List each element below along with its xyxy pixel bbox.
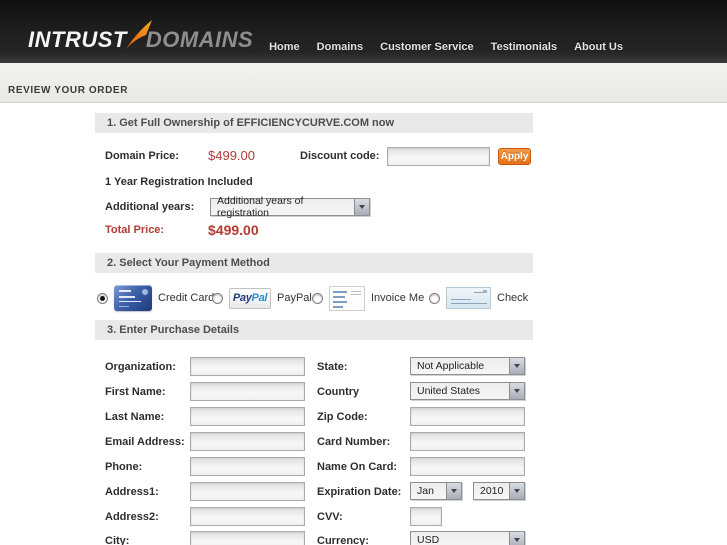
currency-label: Currency: [317,535,369,545]
city-label: City: [105,535,129,545]
section-ownership-header: 1. Get Full Ownership of EFFICIENCYCURVE… [95,113,533,133]
logo-text-intrust: INTRUST [28,27,127,53]
breadcrumb: REVIEW YOUR ORDER [8,85,128,96]
check-icon [446,287,491,309]
discount-code-label: Discount code: [300,150,379,162]
payment-option-paypal: PayPal PayPal [212,283,312,313]
zip-code-input[interactable] [410,407,525,426]
additional-years-select[interactable]: Additional years of registration [210,198,370,216]
chevron-down-icon [509,383,524,399]
last-name-input[interactable] [190,407,305,426]
section-details-header: 3. Enter Purchase Details [95,320,533,340]
organization-label: Organization: [105,361,176,373]
discount-code-input[interactable] [387,147,490,166]
address1-input[interactable] [190,482,305,501]
nav-item-testimonials[interactable]: Testimonials [491,41,557,53]
apply-button[interactable]: Apply [498,148,531,165]
paypal-radio[interactable] [212,293,223,304]
payment-option-credit-card: Credit Card [97,283,214,313]
currency-select-value: USD [417,534,439,545]
nav-item-domains[interactable]: Domains [317,41,363,53]
state-select[interactable]: Not Applicable [410,357,525,375]
nav-item-about-us[interactable]: About Us [574,41,623,53]
expiration-date-label: Expiration Date: [317,486,401,498]
credit-card-icon [114,285,152,311]
logo-arrow-icon [125,19,153,51]
phone-label: Phone: [105,461,142,473]
registration-note: 1 Year Registration Included [105,176,253,188]
check-radio[interactable] [429,293,440,304]
zip-code-label: Zip Code: [317,411,368,423]
card-number-label: Card Number: [317,436,390,448]
first-name-input[interactable] [190,382,305,401]
page: INTRUST DOMAINS Home Domains Customer Se… [0,0,727,545]
card-number-input[interactable] [410,432,525,451]
logo-text-domains: DOMAINS [146,27,253,53]
credit-card-label: Credit Card [158,292,214,304]
additional-years-label: Additional years: [105,201,194,213]
chevron-down-icon [509,483,524,499]
total-price-value: $499.00 [208,222,259,238]
credit-card-radio[interactable] [97,293,108,304]
email-address-label: Email Address: [105,436,185,448]
state-label: State: [317,361,348,373]
paypal-label: PayPal [277,292,312,304]
address2-label: Address2: [105,511,159,523]
currency-select[interactable]: USD [410,531,525,545]
main-nav: Home Domains Customer Service Testimonia… [269,41,623,53]
last-name-label: Last Name: [105,411,164,423]
expiration-month-select[interactable]: Jan [410,482,462,500]
state-select-value: Not Applicable [417,360,484,372]
cvv-label: CVV: [317,511,343,523]
payment-option-invoice: Invoice Me [312,283,424,313]
name-on-card-input[interactable] [410,457,525,476]
invoice-radio[interactable] [312,293,323,304]
email-address-input[interactable] [190,432,305,451]
chevron-down-icon [354,199,369,215]
section-payment-header: 2. Select Your Payment Method [95,253,533,273]
paypal-icon: PayPal [229,288,271,309]
city-input[interactable] [190,531,305,545]
domain-price-value: $499.00 [208,148,255,163]
check-label: Check [497,292,528,304]
first-name-label: First Name: [105,386,166,398]
cvv-input[interactable] [410,507,442,526]
chevron-down-icon [446,483,461,499]
nav-item-customer-service[interactable]: Customer Service [380,41,474,53]
country-select-value: United States [417,385,480,397]
organization-input[interactable] [190,357,305,376]
address2-input[interactable] [190,507,305,526]
chevron-down-icon [509,358,524,374]
additional-years-select-value: Additional years of registration [217,195,352,219]
payment-option-check: Check [429,283,528,313]
name-on-card-label: Name On Card: [317,461,397,473]
country-label: Country [317,386,359,398]
nav-item-home[interactable]: Home [269,41,300,53]
top-navigation-bar: INTRUST DOMAINS Home Domains Customer Se… [0,0,727,63]
logo[interactable]: INTRUST DOMAINS [28,19,253,53]
phone-input[interactable] [190,457,305,476]
invoice-icon [329,286,365,311]
invoice-label: Invoice Me [371,292,424,304]
domain-price-label: Domain Price: [105,150,179,162]
address1-label: Address1: [105,486,159,498]
expiration-year-select[interactable]: 2010 [473,482,525,500]
expiration-month-value: Jan [417,485,434,497]
breadcrumb-band: REVIEW YOUR ORDER [0,63,727,103]
country-select[interactable]: United States [410,382,525,400]
expiration-year-value: 2010 [480,485,503,497]
total-price-label: Total Price: [105,224,164,236]
chevron-down-icon [509,532,524,545]
